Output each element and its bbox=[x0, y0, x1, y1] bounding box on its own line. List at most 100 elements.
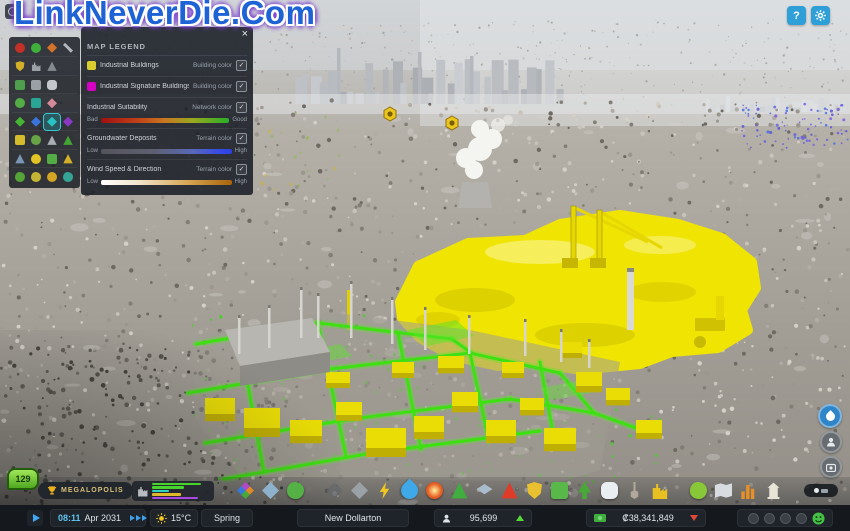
infoview-antenna-icon[interactable] bbox=[44, 58, 60, 74]
legend-checkbox[interactable]: ✓ bbox=[236, 102, 247, 113]
trend-up-icon bbox=[516, 515, 524, 521]
legend-swatch bbox=[87, 61, 96, 70]
flame-icon bbox=[47, 43, 57, 53]
electricity-icon[interactable] bbox=[376, 482, 393, 499]
legend-color-type: Terrain color bbox=[196, 135, 232, 142]
follow-citizen-button[interactable] bbox=[820, 431, 842, 453]
forest-resource-icon bbox=[63, 117, 73, 127]
legend-checkbox[interactable]: ✓ bbox=[236, 133, 247, 144]
infoview-oil-icon[interactable] bbox=[28, 114, 44, 130]
infoview-alert-icon[interactable] bbox=[12, 40, 28, 56]
education-icon[interactable] bbox=[476, 482, 493, 499]
zones-icon[interactable] bbox=[237, 482, 254, 499]
gear-icon bbox=[815, 10, 826, 21]
infoview-sprout-icon[interactable] bbox=[60, 132, 76, 148]
landscaping-icon[interactable] bbox=[626, 482, 643, 499]
vegetation-icon[interactable] bbox=[287, 482, 304, 499]
fire-rescue-icon[interactable] bbox=[501, 482, 518, 499]
play-pause-button[interactable] bbox=[27, 510, 43, 526]
legend-checkbox[interactable]: ✓ bbox=[236, 81, 247, 92]
fertile-land-icon bbox=[15, 117, 25, 127]
legend-checkbox[interactable]: ✓ bbox=[236, 164, 247, 175]
parks-icon[interactable] bbox=[576, 482, 593, 499]
time-controls[interactable]: 08:11 Apr 2031 bbox=[50, 509, 146, 527]
wrench-icon bbox=[63, 43, 73, 53]
sun-icon bbox=[156, 513, 167, 524]
main-toolbar-icons bbox=[237, 482, 790, 499]
infoview-coins-icon[interactable] bbox=[44, 169, 60, 185]
infoview-bird-icon[interactable] bbox=[44, 132, 60, 148]
infoview-hills-teal-icon[interactable] bbox=[60, 169, 76, 185]
building-icon bbox=[137, 486, 148, 497]
infoview-money-icon[interactable] bbox=[44, 151, 60, 167]
cinematic-camera-button[interactable] bbox=[804, 484, 838, 497]
demand-bar bbox=[152, 486, 184, 489]
settings-button[interactable] bbox=[811, 6, 830, 25]
play-icon bbox=[33, 514, 40, 522]
happiness-pill[interactable] bbox=[737, 509, 833, 527]
infoview-ore-icon[interactable] bbox=[44, 114, 60, 130]
healthcare-icon[interactable] bbox=[426, 482, 443, 499]
speed-indicator[interactable] bbox=[129, 515, 147, 521]
infoview-mountain-icon[interactable] bbox=[12, 151, 28, 167]
demand-bar bbox=[152, 483, 201, 486]
infoview-leaf-icon[interactable] bbox=[12, 95, 28, 111]
infoview-warning-icon[interactable] bbox=[60, 151, 76, 167]
platforms-icon[interactable] bbox=[326, 482, 343, 499]
infoview-shield-icon[interactable] bbox=[12, 58, 28, 74]
photo-mode-button[interactable] bbox=[820, 456, 842, 478]
ore-icon bbox=[47, 117, 57, 127]
crate-icon bbox=[15, 135, 25, 145]
population-value: 95,699 bbox=[455, 513, 512, 523]
toolbar: 129 MEGALOPOLIS bbox=[0, 477, 850, 505]
milestone-progress-badge[interactable]: 129 bbox=[7, 468, 39, 490]
infoview-hills-green-icon[interactable] bbox=[12, 169, 28, 185]
water-icon[interactable] bbox=[397, 478, 421, 502]
infoview-flame-icon[interactable] bbox=[44, 40, 60, 56]
elevated-roads-icon[interactable] bbox=[262, 482, 279, 499]
statistics-icon[interactable] bbox=[740, 482, 757, 499]
communications-icon[interactable] bbox=[601, 482, 618, 499]
infoview-bandage-icon[interactable] bbox=[44, 95, 60, 111]
infoview-wrench-icon[interactable] bbox=[60, 40, 76, 56]
money-value: ₡38,341,849 bbox=[610, 513, 686, 523]
status-dot bbox=[764, 513, 775, 524]
infoview-building-icon[interactable] bbox=[12, 77, 28, 93]
infoview-pasture-icon[interactable] bbox=[28, 132, 44, 148]
roads-icon[interactable] bbox=[351, 482, 368, 499]
garbage-icon[interactable] bbox=[451, 482, 468, 499]
legend-checkbox[interactable]: ✓ bbox=[236, 60, 247, 71]
money-pill[interactable]: ₡38,341,849 bbox=[586, 509, 706, 527]
legend-label: Industrial Suitability bbox=[87, 104, 188, 111]
map-legend-panel: × MAP LEGEND Industrial BuildingsBuildin… bbox=[81, 27, 253, 195]
season-value: Spring bbox=[214, 513, 240, 523]
infoview-home-icon[interactable] bbox=[28, 77, 44, 93]
city-name-pill[interactable]: New Dollarton bbox=[297, 509, 409, 527]
infoview-forest-resource-icon[interactable] bbox=[60, 114, 76, 130]
recycling-icon[interactable] bbox=[690, 482, 707, 499]
help-button[interactable]: ? bbox=[787, 6, 806, 25]
legend-color-type: Building color bbox=[193, 62, 232, 69]
infoview-factory-gray-icon[interactable] bbox=[28, 58, 44, 74]
infoview-hills-yellow-icon[interactable] bbox=[28, 169, 44, 185]
infoview-recycle-icon[interactable] bbox=[28, 40, 44, 56]
infoview-chat-icon[interactable] bbox=[44, 77, 60, 93]
map-view-button[interactable] bbox=[818, 404, 842, 428]
infoview-happiness-icon[interactable] bbox=[28, 151, 44, 167]
oil-icon bbox=[31, 117, 41, 127]
population-pill[interactable]: 95,699 bbox=[434, 509, 532, 527]
milestone-pill[interactable]: MEGALOPOLIS bbox=[38, 482, 133, 499]
legend-low-label: Bad bbox=[87, 117, 98, 123]
money-icon bbox=[594, 514, 606, 522]
industry-icon[interactable] bbox=[651, 482, 668, 499]
demand-indicator[interactable] bbox=[132, 481, 214, 501]
infoview-fertile-land-icon[interactable] bbox=[12, 114, 28, 130]
police-icon[interactable] bbox=[526, 482, 543, 499]
watermark: LinkNeverDie.Com bbox=[14, 0, 315, 32]
infoview-crate-icon[interactable] bbox=[12, 132, 28, 148]
map-tiles-icon[interactable] bbox=[715, 482, 732, 499]
legend-label: Groundwater Deposits bbox=[87, 135, 192, 142]
infoview-grid-icon[interactable] bbox=[28, 95, 44, 111]
landmarks-icon[interactable] bbox=[765, 482, 782, 499]
transportation-icon[interactable] bbox=[551, 482, 568, 499]
